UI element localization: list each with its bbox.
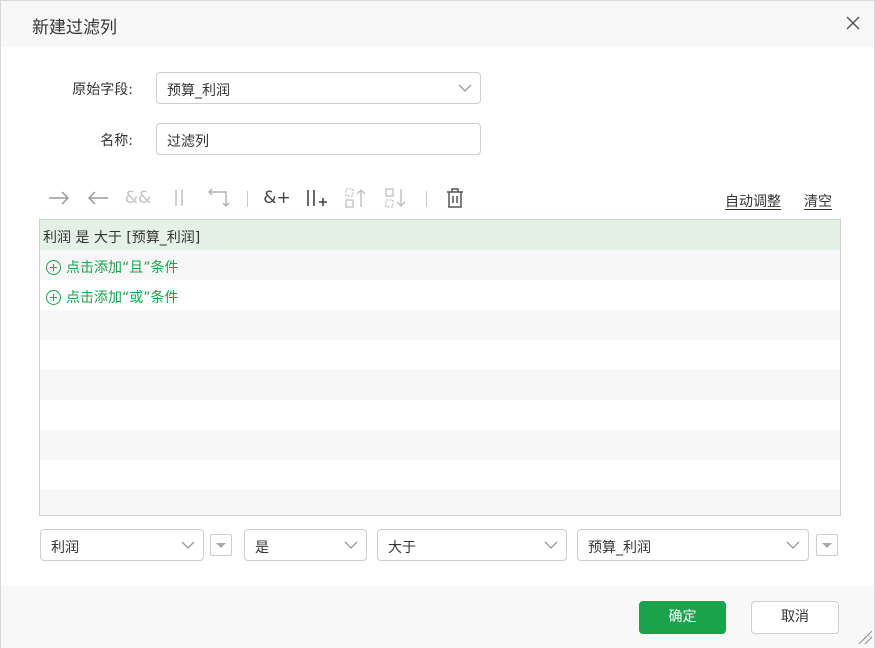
name-input[interactable]: 过滤列 xyxy=(156,123,481,155)
operator-select-value: 大于 xyxy=(388,540,416,556)
move-down-icon[interactable] xyxy=(383,185,409,211)
list-item: 点击添加“且”条件 xyxy=(40,250,840,280)
delete-icon[interactable] xyxy=(443,185,467,211)
chevron-down-icon xyxy=(344,541,358,549)
auto-adjust-button[interactable]: 自动调整 xyxy=(725,191,781,211)
add-circle-icon xyxy=(46,289,61,305)
name-value: 过滤列 xyxy=(167,134,209,150)
list-item xyxy=(40,430,840,460)
is-select[interactable]: 是 xyxy=(244,529,367,561)
cancel-button[interactable]: 取消 xyxy=(751,601,839,634)
indent-right-icon[interactable] xyxy=(47,185,71,211)
field-select[interactable]: 利润 xyxy=(40,529,204,561)
value-select-value: 预算_利润 xyxy=(588,540,651,556)
chevron-down-icon xyxy=(786,541,800,549)
dialog-footer: 确定 取消 xyxy=(1,586,874,648)
indent-left-icon[interactable] xyxy=(86,185,110,211)
filter-column-dialog: 新建过滤列 原始字段: 预算_利润 名称: 过滤列 && &+ 自动调整 清空 … xyxy=(0,0,875,648)
add-and-label: 点击添加“且”条件 xyxy=(66,260,179,276)
close-icon[interactable] xyxy=(843,13,863,33)
list-item: 点击添加“或”条件 xyxy=(40,280,840,310)
dialog-title-bar: 新建过滤列 xyxy=(1,1,874,47)
confirm-button[interactable]: 确定 xyxy=(639,601,726,634)
and-icon[interactable]: && xyxy=(125,185,152,211)
list-item xyxy=(40,340,840,370)
add-and-condition-link[interactable]: 点击添加“且”条件 xyxy=(46,257,179,277)
toolbar-separator xyxy=(247,191,248,207)
name-label: 名称: xyxy=(100,133,133,149)
list-item xyxy=(40,460,840,490)
add-or-label: 点击添加“或”条件 xyxy=(66,290,179,306)
chevron-down-icon xyxy=(544,541,558,549)
source-field-value: 预算_利润 xyxy=(167,83,230,99)
move-up-icon[interactable] xyxy=(343,185,369,211)
condition-list: 利润 是 大于 [预算_利润] 点击添加“且”条件 点击添加“或”条件 xyxy=(39,219,841,516)
clear-button[interactable]: 清空 xyxy=(804,191,832,211)
operator-select[interactable]: 大于 xyxy=(377,529,567,561)
add-or-icon[interactable] xyxy=(303,185,329,211)
condition-text: 利润 是 大于 [预算_利润] xyxy=(43,230,201,246)
resize-handle-icon[interactable] xyxy=(857,629,873,645)
add-and-icon[interactable]: &+ xyxy=(263,185,291,211)
toolbar-separator xyxy=(426,191,427,207)
field-select-value: 利润 xyxy=(51,540,79,556)
source-field-select[interactable]: 预算_利润 xyxy=(156,72,481,104)
source-field-label: 原始字段: xyxy=(72,82,133,98)
chevron-down-icon xyxy=(458,84,472,92)
condition-row[interactable]: 利润 是 大于 [预算_利润] xyxy=(40,220,840,250)
chevron-down-icon xyxy=(181,541,195,549)
add-or-condition-link[interactable]: 点击添加“或”条件 xyxy=(46,287,179,307)
list-item xyxy=(40,400,840,430)
list-item xyxy=(40,370,840,400)
field-options-dropdown[interactable] xyxy=(210,534,232,556)
value-options-dropdown[interactable] xyxy=(816,534,838,556)
list-item xyxy=(40,310,840,340)
or-icon[interactable] xyxy=(167,185,191,211)
return-icon[interactable] xyxy=(205,185,231,211)
dialog-title: 新建过滤列 xyxy=(32,18,117,38)
is-select-value: 是 xyxy=(255,540,269,556)
add-circle-icon xyxy=(46,259,61,275)
value-select[interactable]: 预算_利润 xyxy=(577,529,809,561)
list-item xyxy=(40,490,840,515)
